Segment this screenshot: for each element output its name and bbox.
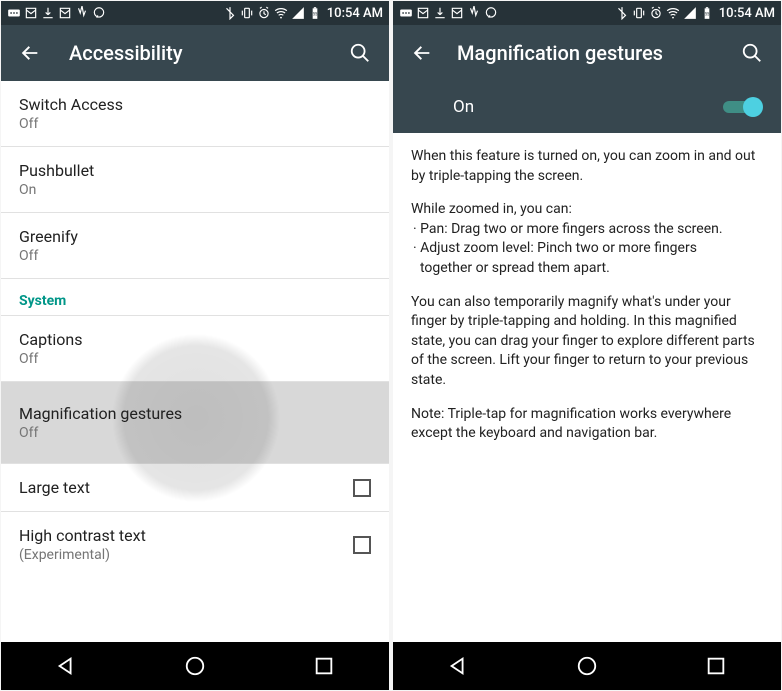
status-bar: 55 10:54 AM (1, 1, 389, 25)
download-icon (433, 6, 447, 20)
setting-title: Pushbullet (19, 161, 94, 180)
setting-magnification-gestures[interactable]: Magnification gestures Off (1, 382, 389, 464)
help-line: While zoomed in, you can: (411, 200, 763, 220)
nav-bar (1, 642, 389, 690)
nav-bar (393, 642, 781, 690)
setting-high-contrast[interactable]: High contrast text (Experimental) (1, 512, 389, 577)
setting-switch-access[interactable]: Switch Access Off (1, 81, 389, 147)
status-bar: 55 10:54 AM (393, 1, 781, 25)
more-icon (399, 6, 413, 20)
battery-icon: 55 (700, 6, 714, 20)
mail-icon-2 (58, 6, 72, 20)
setting-sub: Off (19, 116, 123, 132)
help-bullet: · Pan: Drag two or more fingers across t… (411, 220, 763, 240)
app-bar-title: Accessibility (69, 41, 345, 65)
toggle-state-label: On (453, 97, 474, 117)
bluetooth-icon (615, 6, 629, 20)
setting-sub: Off (19, 425, 182, 441)
setting-title: Switch Access (19, 95, 123, 114)
help-bullet: · Adjust zoom level: Pinch two or more f… (411, 239, 763, 259)
voicemail-icon (467, 6, 481, 20)
nav-recent-button[interactable] (284, 646, 364, 686)
mail-icon-2 (450, 6, 464, 20)
help-paragraph: Note: Triple-tap for magnification works… (411, 405, 763, 444)
checkbox-large-text[interactable] (353, 479, 371, 497)
alarm-icon (257, 6, 271, 20)
back-button[interactable] (407, 38, 437, 68)
setting-sub: (Experimental) (19, 547, 146, 563)
help-paragraph: While zoomed in, you can: · Pan: Drag tw… (411, 200, 763, 278)
app-bar: Magnification gestures (393, 25, 781, 81)
setting-title: High contrast text (19, 526, 146, 545)
section-header-system: System (1, 279, 389, 315)
alarm-icon (649, 6, 663, 20)
status-time: 10:54 AM (327, 6, 383, 21)
setting-title: Large text (19, 478, 90, 497)
search-button[interactable] (345, 38, 375, 68)
help-content: When this feature is turned on, you can … (393, 133, 781, 642)
signal-icon (291, 6, 305, 20)
bluetooth-icon (223, 6, 237, 20)
voicemail-icon (75, 6, 89, 20)
nav-back-button[interactable] (418, 646, 498, 686)
setting-pushbullet[interactable]: Pushbullet On (1, 147, 389, 213)
setting-title: Captions (19, 330, 82, 349)
setting-large-text[interactable]: Large text (1, 464, 389, 512)
vibrate-icon (240, 6, 254, 20)
wifi-icon (274, 6, 288, 20)
app-bar: Accessibility (1, 25, 389, 81)
settings-list[interactable]: Switch Access Off Pushbullet On Greenify… (1, 81, 389, 642)
setting-title: Magnification gestures (19, 404, 182, 423)
status-time: 10:54 AM (719, 6, 775, 21)
chat-icon (484, 6, 498, 20)
svg-text:55: 55 (313, 11, 318, 16)
more-icon (7, 6, 21, 20)
checkbox-high-contrast[interactable] (353, 536, 371, 554)
svg-text:55: 55 (705, 11, 710, 16)
nav-home-button[interactable] (155, 646, 235, 686)
app-bar-title: Magnification gestures (457, 41, 737, 65)
wifi-icon (666, 6, 680, 20)
search-button[interactable] (737, 38, 767, 68)
setting-greenify[interactable]: Greenify Off (1, 213, 389, 279)
battery-icon: 55 (308, 6, 322, 20)
nav-home-button[interactable] (547, 646, 627, 686)
mail-icon (416, 6, 430, 20)
nav-recent-button[interactable] (676, 646, 756, 686)
phone-right-magnification: 55 10:54 AM Magnification gestures On Wh… (393, 1, 781, 690)
vibrate-icon (632, 6, 646, 20)
toggle-switch[interactable] (723, 97, 763, 117)
download-icon (41, 6, 55, 20)
setting-title: Greenify (19, 227, 78, 246)
setting-sub: Off (19, 248, 78, 264)
back-button[interactable] (15, 38, 45, 68)
setting-captions[interactable]: Captions Off (1, 315, 389, 382)
mail-icon (24, 6, 38, 20)
chat-icon (92, 6, 106, 20)
help-bullet: together or spread them apart. (411, 259, 763, 279)
phone-left-accessibility: 55 10:54 AM Accessibility Switch Access … (1, 1, 389, 690)
nav-back-button[interactable] (26, 646, 106, 686)
toggle-bar: On (393, 81, 781, 133)
setting-sub: On (19, 182, 94, 198)
help-paragraph: When this feature is turned on, you can … (411, 147, 763, 186)
setting-sub: Off (19, 351, 82, 367)
signal-icon (683, 6, 697, 20)
help-paragraph: You can also temporarily magnify what's … (411, 293, 763, 391)
